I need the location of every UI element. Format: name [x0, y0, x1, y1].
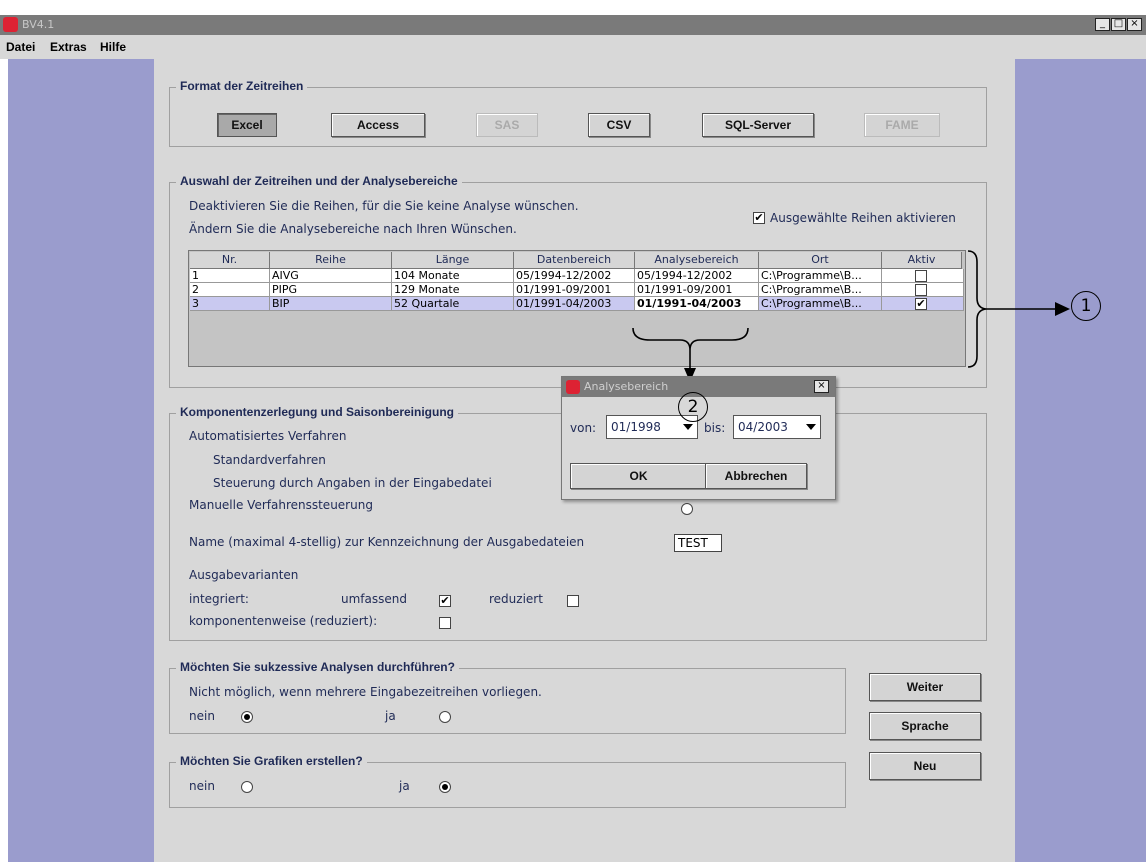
von-value: 01/1998	[611, 420, 661, 434]
chevron-down-icon	[806, 424, 816, 430]
dialog-title: Analysebereich	[584, 380, 669, 393]
dialog-cancel-button[interactable]: Abbrechen	[705, 463, 807, 489]
dialog-icon	[566, 380, 580, 394]
callout-1-circle: 1	[1071, 291, 1101, 321]
callout-2-circle: 2	[678, 392, 708, 422]
von-label: von:	[570, 421, 597, 435]
bis-label: bis:	[704, 421, 726, 435]
brace-bottom	[632, 327, 749, 351]
dialog-ok-button[interactable]: OK	[570, 463, 707, 489]
bis-select[interactable]: 04/2003	[733, 415, 821, 439]
brace-right	[967, 250, 987, 368]
chevron-down-icon	[683, 424, 693, 430]
dialog-close-button[interactable]: ×	[814, 380, 829, 393]
bis-value: 04/2003	[738, 420, 788, 434]
callout-1-arrowhead	[1055, 302, 1070, 316]
